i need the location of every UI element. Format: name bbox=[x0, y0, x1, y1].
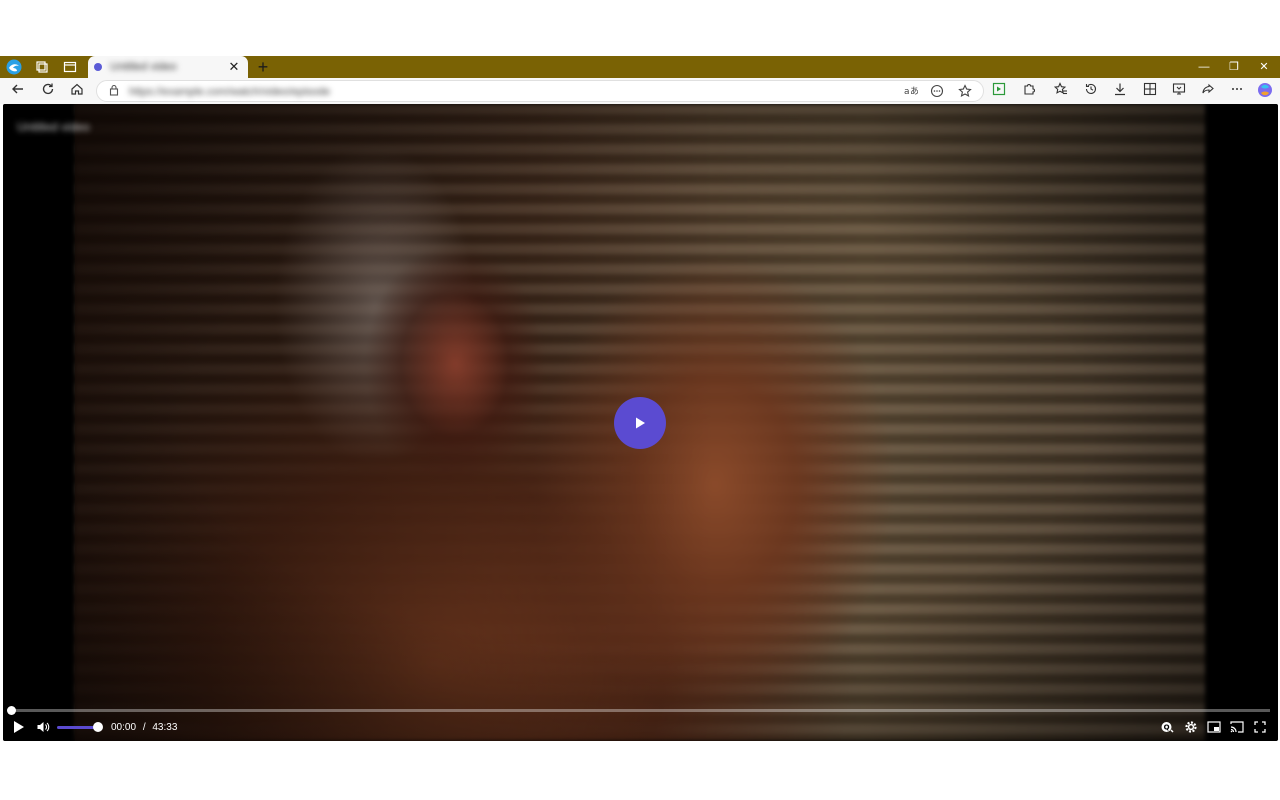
progress-bar[interactable] bbox=[7, 706, 1270, 715]
fullscreen-button[interactable] bbox=[1252, 718, 1268, 736]
copilot-icon[interactable] bbox=[1256, 82, 1274, 100]
reader-icon[interactable] bbox=[929, 84, 945, 100]
address-bar[interactable]: https://example.com/watch/video/episode … bbox=[96, 80, 984, 102]
time-separator: / bbox=[142, 722, 146, 733]
svg-text:あ: あ bbox=[910, 86, 918, 96]
tab-close-icon[interactable]: ✕ bbox=[226, 59, 242, 75]
tab-active[interactable]: Untitled video ✕ bbox=[88, 56, 248, 78]
time-display: 00:00 / 43:33 bbox=[111, 721, 177, 735]
picture-in-picture-icon bbox=[1207, 721, 1221, 733]
duration: 43:33 bbox=[152, 722, 178, 733]
tab-actions-icon[interactable] bbox=[62, 59, 78, 75]
play-icon bbox=[14, 721, 24, 733]
history-icon[interactable] bbox=[1082, 82, 1100, 100]
minimize-button[interactable]: — bbox=[1190, 58, 1218, 76]
close-window-button[interactable]: ✕ bbox=[1250, 58, 1278, 76]
cast-icon bbox=[1230, 721, 1244, 733]
subtitles-icon: Q bbox=[1161, 722, 1174, 733]
split-screen-icon[interactable] bbox=[990, 82, 1008, 100]
translate-icon[interactable]: aあ bbox=[903, 84, 919, 100]
extensions-icon[interactable] bbox=[1020, 82, 1038, 100]
home-icon[interactable] bbox=[68, 82, 86, 100]
gear-icon bbox=[1185, 721, 1197, 733]
favorite-icon[interactable] bbox=[957, 84, 973, 100]
workspaces-icon[interactable] bbox=[34, 59, 50, 75]
video-player[interactable]: Untitled video 00:00 / 43:33 Q bbox=[3, 104, 1278, 741]
play-icon bbox=[636, 417, 645, 429]
lock-icon[interactable] bbox=[107, 84, 121, 98]
big-play-button[interactable] bbox=[614, 397, 666, 449]
svg-text:a: a bbox=[904, 87, 910, 96]
video-title: Untitled video bbox=[17, 120, 90, 134]
url-text[interactable]: https://example.com/watch/video/episode bbox=[129, 86, 489, 98]
pip-button[interactable] bbox=[1206, 718, 1222, 736]
volume-button[interactable] bbox=[35, 718, 51, 736]
back-icon[interactable] bbox=[9, 82, 27, 100]
svg-text:Q: Q bbox=[1164, 724, 1170, 732]
more-icon[interactable] bbox=[1228, 82, 1246, 100]
favorites-icon[interactable] bbox=[1052, 82, 1070, 100]
new-tab-button[interactable]: + bbox=[254, 58, 272, 76]
downloads-icon[interactable] bbox=[1111, 82, 1129, 100]
fullscreen-icon bbox=[1254, 721, 1266, 733]
cast-button[interactable] bbox=[1229, 718, 1245, 736]
progress-knob[interactable] bbox=[7, 706, 16, 715]
share-icon[interactable] bbox=[1199, 82, 1217, 100]
screenshot-icon[interactable] bbox=[1170, 82, 1188, 100]
current-time: 00:00 bbox=[111, 722, 137, 733]
subtitles-button[interactable]: Q bbox=[1159, 718, 1175, 736]
volume-icon bbox=[37, 722, 50, 732]
tab-favicon-icon bbox=[94, 63, 102, 71]
tab-title: Untitled video bbox=[110, 62, 177, 72]
refresh-icon[interactable] bbox=[39, 82, 57, 100]
play-button[interactable] bbox=[11, 718, 27, 736]
settings-button[interactable] bbox=[1183, 718, 1199, 736]
browser-profile-icon[interactable] bbox=[6, 59, 22, 75]
collections-icon[interactable] bbox=[1141, 82, 1159, 100]
volume-knob[interactable] bbox=[93, 722, 103, 732]
restore-button[interactable]: ❐ bbox=[1220, 58, 1248, 76]
